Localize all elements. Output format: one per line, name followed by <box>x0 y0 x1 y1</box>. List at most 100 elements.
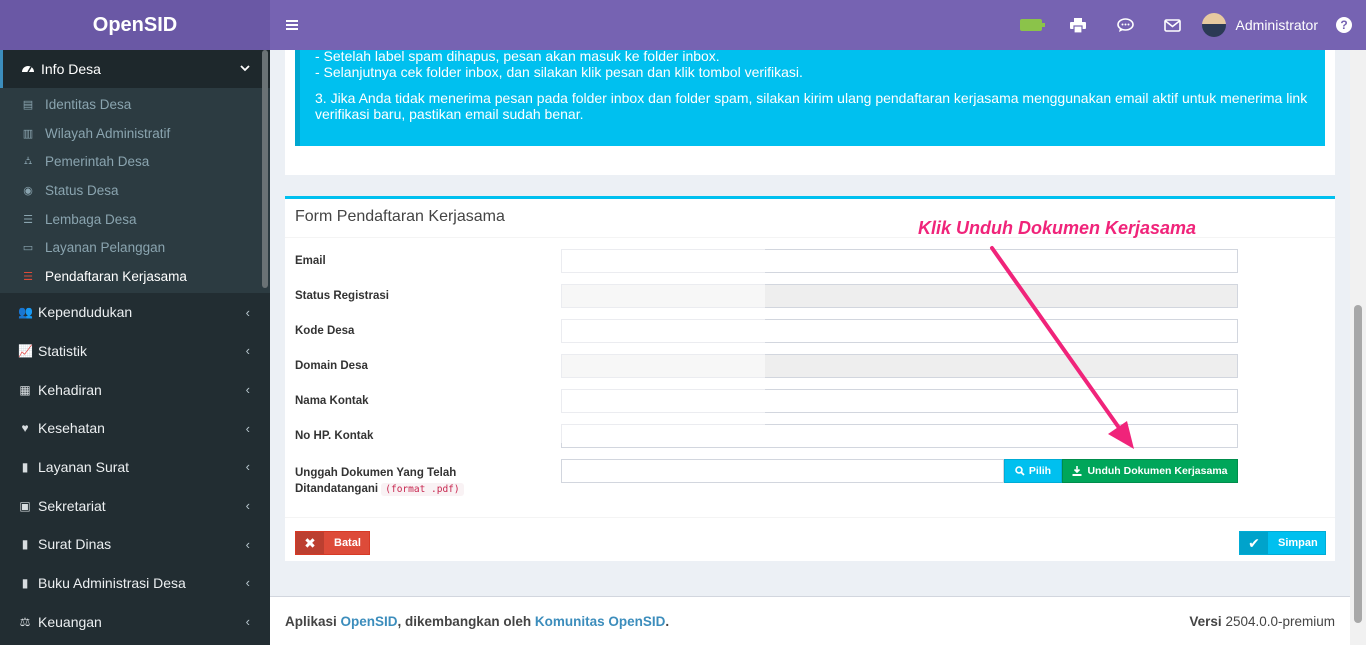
navbar-right: Administrator ? <box>1008 0 1352 50</box>
avatar <box>1201 13 1226 37</box>
unduh-dokumen-button[interactable]: Unduh Dokumen Kerjasama <box>1062 459 1238 483</box>
pilih-label: Pilih <box>1028 465 1052 477</box>
chevron-left-icon: ‹ <box>245 536 250 552</box>
sidebar-item-layanan-surat[interactable]: ▮ Layanan Surat ‹ <box>0 448 270 487</box>
chat-icon[interactable] <box>1102 0 1149 50</box>
download-icon <box>1072 466 1082 476</box>
credit-card-icon: ▭ <box>22 242 34 255</box>
hp-label: No HP. Kontak <box>295 430 374 442</box>
sidebar-item-label: Identitas Desa <box>45 96 132 112</box>
sidebar-item-label: Kehadiran <box>38 381 102 398</box>
users-icon: 👥 <box>18 305 33 320</box>
chevron-left-icon: ‹ <box>245 382 250 398</box>
batal-button[interactable]: ✖ Batal <box>295 531 370 555</box>
komunitas-link[interactable]: Komunitas OpenSID <box>535 614 666 629</box>
sidebar-item-label: Statistik <box>38 342 88 359</box>
sidebar-item-label: Keuangan <box>38 613 102 630</box>
sidebar-item-keuangan[interactable]: ⚖ Keuangan ‹ <box>0 602 270 641</box>
book-icon: ▮ <box>21 575 29 590</box>
main-content: - Setelah label spam dihapus, pesan akan… <box>270 48 1350 645</box>
top-header: OpenSID Administrator ? <box>0 0 1366 50</box>
sidebar-item-label: Surat Dinas <box>38 536 112 553</box>
footer-suffix: . <box>665 613 670 629</box>
sidebar-item-label: Kesehatan <box>38 420 105 437</box>
info-callout: - Setelah label spam dihapus, pesan akan… <box>295 48 1325 146</box>
sidebar-item-label: Kependudukan <box>38 304 133 321</box>
chevron-left-icon: ‹ <box>245 304 250 320</box>
sidebar-item-pemerintah-desa[interactable]: ⛼ Pemerintah Desa <box>0 147 270 176</box>
info-box: - Setelah label spam dihapus, pesan akan… <box>285 48 1335 175</box>
format-tag: (format .pdf) <box>381 483 464 496</box>
sidebar-group-info-desa[interactable]: Info Desa <box>0 50 270 88</box>
opensid-link[interactable]: OpenSID <box>341 614 398 629</box>
sidebar-item-kependudukan[interactable]: 👥 Kependudukan ‹ <box>0 293 270 332</box>
chevron-left-icon: ‹ <box>245 459 250 475</box>
close-icon: ✖ <box>296 532 324 554</box>
calendar-check-icon: ▦ <box>19 382 31 397</box>
book-icon: ▮ <box>21 537 29 552</box>
redacted-values-overlay <box>555 243 765 443</box>
form-footer: ✖ Batal ✔ Simpan <box>285 517 1335 564</box>
chevron-left-icon: ‹ <box>245 575 250 591</box>
sidebar-item-pendaftaran-kerjasama[interactable]: ☰ Pendaftaran Kerjasama <box>0 262 270 291</box>
info-line-2: - Selanjutnya cek folder inbox, dan sila… <box>315 64 803 80</box>
info-line-3: 3. Jika Anda tidak menerima pesan pada f… <box>315 90 1308 122</box>
user-menu[interactable]: Administrator <box>1196 13 1336 37</box>
domain-label: Domain Desa <box>295 360 368 372</box>
kode-label: Kode Desa <box>295 325 355 337</box>
app-logo[interactable]: OpenSID <box>0 0 270 50</box>
sidebar-item-status-desa[interactable]: ◉ Status Desa <box>0 176 270 205</box>
unduh-label: Unduh Dokumen Kerjasama <box>1087 465 1228 477</box>
simpan-label: Simpan <box>1278 537 1318 549</box>
battery-icon[interactable] <box>1008 0 1055 50</box>
chevron-left-icon: ‹ <box>245 614 250 630</box>
sidebar-item-label: Status Desa <box>45 182 119 198</box>
upload-file-input[interactable] <box>561 459 1004 483</box>
footer-credit: Aplikasi OpenSID, dikembangkan oleh Komu… <box>285 614 669 629</box>
map-icon: ▥ <box>22 127 34 140</box>
sidebar-item-label: Layanan Pelanggan <box>45 240 166 256</box>
sidebar-item-buku-administrasi-desa[interactable]: ▮ Buku Administrasi Desa ‹ <box>0 564 270 603</box>
sidebar-item-sekretariat[interactable]: ▣ Sekretariat ‹ <box>0 486 270 525</box>
envelope-icon[interactable] <box>1149 0 1196 50</box>
sidebar-item-label: Layanan Surat <box>38 458 130 475</box>
page-scrollbar-thumb[interactable] <box>1354 305 1362 623</box>
sidebar-item-identitas-desa[interactable]: ▤ Identitas Desa <box>0 90 270 119</box>
page-scrollbar[interactable] <box>1350 50 1366 645</box>
sidebar-item-surat-dinas[interactable]: ▮ Surat Dinas ‹ <box>0 525 270 564</box>
id-card-icon: ▤ <box>22 98 34 111</box>
upload-label-line1: Unggah Dokumen Yang Telah <box>295 467 457 479</box>
list-icon: ☰ <box>23 213 33 226</box>
chevron-down-icon <box>240 63 250 75</box>
sidebar: Info Desa ▤ Identitas Desa ▥ Wilayah Admin… <box>0 50 270 645</box>
upload-label-line2: Ditandatangani <box>295 483 379 495</box>
sidebar-item-wilayah-administratif[interactable]: ▥ Wilayah Administratif <box>0 119 270 148</box>
menu-toggle-icon[interactable] <box>286 20 298 30</box>
version-label: Versi <box>1189 613 1222 629</box>
sidebar-item-lembaga-desa[interactable]: ☰ Lembaga Desa <box>0 205 270 234</box>
chevron-left-icon: ‹ <box>245 420 250 436</box>
upload-label: Unggah Dokumen Yang Telah Ditandatangani… <box>295 465 464 498</box>
pilih-button[interactable]: Pilih <box>1004 459 1062 483</box>
help-icon[interactable]: ? <box>1336 17 1352 33</box>
sidebar-item-layanan-pelanggan[interactable]: ▭ Layanan Pelanggan <box>0 233 270 262</box>
sidebar-item-label: Wilayah Administratif <box>45 125 171 141</box>
registration-form-box: Form Pendaftaran Kerjasama Email Status … <box>285 196 1335 561</box>
heartbeat-icon: ♥ <box>21 421 29 436</box>
print-icon[interactable] <box>1055 0 1102 50</box>
balance-scale-icon: ⚖ <box>19 614 31 629</box>
navbar: Administrator ? <box>270 0 1366 50</box>
sidebar-item-kehadiran[interactable]: ▦ Kehadiran ‹ <box>0 370 270 409</box>
simpan-button[interactable]: ✔ Simpan <box>1239 531 1326 555</box>
email-label: Email <box>295 255 326 267</box>
list-icon: ☰ <box>23 270 33 283</box>
sidebar-scrollbar[interactable] <box>262 50 268 288</box>
batal-label: Batal <box>334 537 361 549</box>
check-icon: ✔ <box>1240 532 1268 554</box>
page-footer: Aplikasi OpenSID, dikembangkan oleh Komu… <box>270 596 1350 645</box>
info-line-1: - Setelah label spam dihapus, pesan akan… <box>315 48 720 64</box>
sidebar-item-kesehatan[interactable]: ♥ Kesehatan ‹ <box>0 409 270 448</box>
sidebar-item-statistik[interactable]: 📈 Statistik ‹ <box>0 332 270 371</box>
dot-circle-icon: ◉ <box>23 184 33 197</box>
sidebar-item-label: Lembaga Desa <box>45 211 137 227</box>
